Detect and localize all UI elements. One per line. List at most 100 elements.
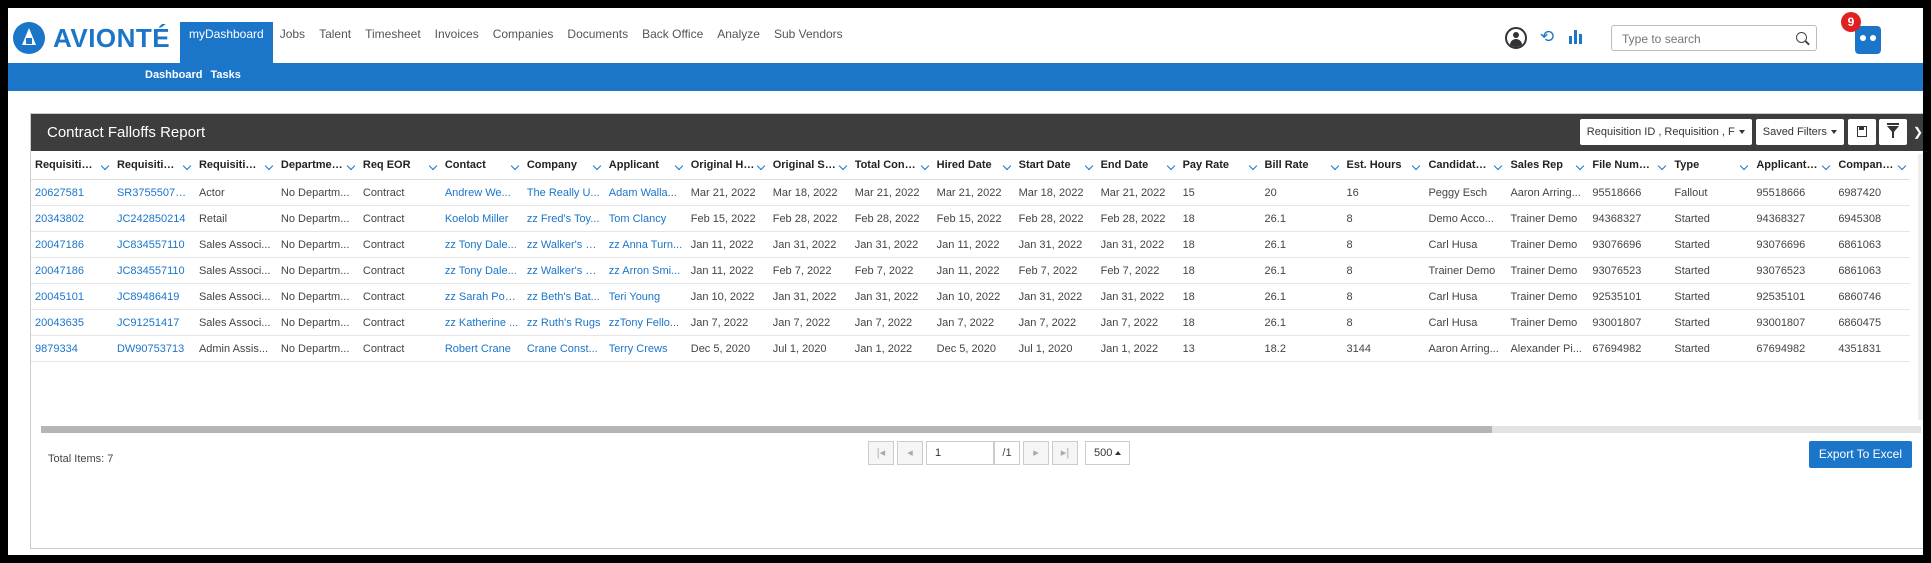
column-header[interactable]: Pay Rate [1178,151,1261,180]
table-cell-link[interactable]: 20045101 [31,283,113,310]
table-cell-link[interactable]: Andrew We... [440,179,523,206]
column-header[interactable]: Company [522,151,605,180]
table-cell-link[interactable]: JC834557110 [112,257,195,284]
table-cell-link[interactable]: DW90753713 [112,335,195,362]
search-input[interactable] [1620,27,1794,51]
table-row[interactable]: 20043635 JC91251417 Sales Associ... No Depa… [31,309,1910,336]
nav-item-analyze[interactable]: Analyze [710,22,767,63]
subnav-item-dashboard[interactable]: Dashboard [145,69,202,81]
prev-page-button[interactable]: ◂ [897,441,923,465]
table-cell-link[interactable]: zz Fred's Toy... [522,205,605,232]
table-cell-link[interactable]: The Really U... [522,179,605,206]
column-menu-chevron-icon[interactable] [1897,161,1907,171]
saved-filters-dropdown[interactable]: Saved Filters [1755,119,1844,145]
column-menu-chevron-icon[interactable] [674,161,683,171]
column-header[interactable]: Applicant [604,151,687,180]
column-menu-chevron-icon[interactable] [1494,161,1503,171]
table-row[interactable]: 9879334 DW90753713 Admin Assis... No Depart… [31,335,1910,362]
table-cell-link[interactable]: JC91251417 [112,309,195,336]
assistant-bot-icon[interactable] [1855,26,1881,54]
column-header[interactable]: Est. Hours [1342,151,1425,180]
column-header[interactable]: Hired Date [932,151,1015,180]
table-row[interactable]: 20047186 JC834557110 Sales Associ... No Dep… [31,257,1910,284]
column-header[interactable]: Requisition I.. [31,151,113,180]
column-menu-chevron-icon[interactable] [1822,161,1831,171]
table-row[interactable]: 20627581 SR3755507321 Actor No Departm... Co… [31,179,1910,206]
table-cell-link[interactable]: JC834557110 [112,231,195,258]
column-menu-chevron-icon[interactable] [264,161,274,171]
user-icon[interactable] [1505,27,1527,49]
nav-item-timesheet[interactable]: Timesheet [358,22,428,63]
column-menu-chevron-icon[interactable] [920,161,929,171]
table-cell-link[interactable]: Terry Crews [604,335,687,362]
table-cell-link[interactable]: 20343802 [31,205,113,232]
nav-item-sub-vendors[interactable]: Sub Vendors [767,22,850,63]
column-menu-chevron-icon[interactable] [182,161,192,171]
column-header[interactable]: Start Date [1014,151,1097,180]
column-header[interactable]: Requisition T.. [194,151,277,180]
export-to-excel-button[interactable]: Export To Excel [1808,441,1912,468]
nav-item-talent[interactable]: Talent [312,22,358,63]
table-cell-link[interactable]: zz Walker's S... [522,257,605,284]
column-header[interactable]: Department... [276,151,359,180]
column-header[interactable]: Contact [440,151,523,180]
column-menu-chevron-icon[interactable] [1084,161,1093,171]
table-cell-link[interactable]: zz Beth's Bat... [522,283,605,310]
table-cell-link[interactable]: zz Walker's S... [522,231,605,258]
column-menu-chevron-icon[interactable] [1330,161,1339,171]
table-cell-link[interactable]: 20627581 [31,179,113,206]
column-header[interactable]: Total Contra.. [850,151,933,180]
column-menu-chevron-icon[interactable] [592,161,602,171]
table-row[interactable]: 20047186 JC834557110 Sales Associ... No Dep… [31,231,1910,258]
table-row[interactable]: 20343802 JC242850214 Retail No Departm... Co… [31,205,1910,232]
column-chooser-dropdown[interactable]: Requisition ID , Requisition , F [1579,119,1752,145]
filter-button[interactable] [1878,119,1907,145]
refresh-icon[interactable]: ⟲ [1538,28,1556,46]
table-cell-link[interactable]: zz Tony Dale... [440,231,523,258]
table-cell-link[interactable]: zzTony Fello... [604,309,687,336]
table-cell-link[interactable]: Teri Young [604,283,687,310]
column-header[interactable]: Req EOR [358,151,441,180]
table-cell-link[interactable]: Koelob Miller [440,205,523,232]
column-menu-chevron-icon[interactable] [1740,161,1749,171]
nav-item-back-office[interactable]: Back Office [635,22,710,63]
table-cell-link[interactable]: zz Sarah Pou... [440,283,523,310]
column-header[interactable]: Original Hire.. [686,151,769,180]
horizontal-scrollbar[interactable] [41,426,1921,433]
table-cell-link[interactable]: zz Katherine ... [440,309,523,336]
save-button[interactable] [1847,119,1876,145]
table-cell-link[interactable]: Adam Walla... [604,179,687,206]
analytics-icon[interactable] [1569,30,1585,44]
nav-item-companies[interactable]: Companies [486,22,561,63]
column-header[interactable]: Bill Rate [1260,151,1343,180]
table-cell-link[interactable]: zz Arron Smi... [604,257,687,284]
table-cell-link[interactable]: zz Anna Turn... [604,231,687,258]
column-header[interactable]: Requisition .. [112,151,195,180]
table-cell-link[interactable]: 20043635 [31,309,113,336]
table-cell-link[interactable]: JC89486419 [112,283,195,310]
column-menu-chevron-icon[interactable] [346,161,356,171]
column-menu-chevron-icon[interactable] [1412,161,1421,171]
table-cell-link[interactable]: zz Tony Dale... [440,257,523,284]
column-header[interactable]: End Date [1096,151,1179,180]
vertical-scrollbar[interactable] [1918,154,1923,420]
page-number-input[interactable] [926,441,994,465]
first-page-button[interactable]: |◂ [868,441,894,465]
table-cell-link[interactable]: 20047186 [31,231,113,258]
collapse-icon[interactable]: ❯ [1913,125,1923,139]
column-menu-chevron-icon[interactable] [428,161,438,171]
column-menu-chevron-icon[interactable] [1248,161,1257,171]
column-menu-chevron-icon[interactable] [1658,161,1667,171]
table-row[interactable]: 20045101 JC89486419 Sales Associ... No Depa… [31,283,1910,310]
brand-logo[interactable]: AVIONTÉ [13,22,170,54]
table-cell-link[interactable]: Robert Crane [440,335,523,362]
notification-badge[interactable]: 9 [1841,12,1861,32]
table-cell-link[interactable]: SR3755507321 [112,179,195,206]
last-page-button[interactable]: ▸| [1052,441,1078,465]
column-menu-chevron-icon[interactable] [1166,161,1175,171]
column-menu-chevron-icon[interactable] [1002,161,1011,171]
nav-item-invoices[interactable]: Invoices [428,22,486,63]
horizontal-scrollbar-thumb[interactable] [41,426,1492,433]
column-header[interactable]: File Number.. [1588,151,1671,180]
nav-item-mydashboard[interactable]: myDashboard [180,22,273,63]
